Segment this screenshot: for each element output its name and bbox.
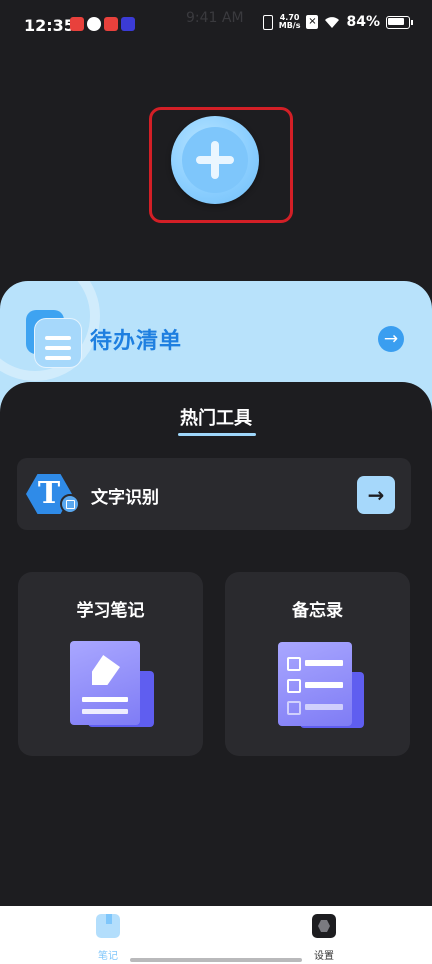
ocr-label: 文字识别	[91, 488, 159, 508]
notification-icon-4	[121, 17, 135, 31]
arrow-right-icon[interactable]: →	[378, 326, 404, 352]
ocr-icon: T	[26, 474, 80, 516]
ocr-arrow-button[interactable]: →	[357, 476, 395, 514]
notification-icon-3	[104, 17, 118, 31]
net-speed: 4.70 MB/s	[279, 14, 301, 30]
wifi-icon	[325, 16, 340, 28]
memo-card[interactable]: 备忘录	[225, 572, 410, 756]
settings-icon	[312, 914, 336, 938]
sim-x-icon: ×	[306, 15, 319, 29]
checklist-icon	[278, 642, 364, 728]
status-time: 12:35	[24, 16, 75, 35]
highlight-box	[149, 107, 293, 223]
study-notes-title: 学习笔记	[76, 601, 145, 621]
study-notes-card[interactable]: 学习笔记	[18, 572, 203, 756]
status-bar: 12:35 9:41 AM 4.70 MB/s × 84%	[0, 0, 432, 52]
notification-icon-1	[70, 17, 84, 31]
net-speed-unit: MB/s	[278, 21, 301, 30]
memo-title: 备忘录	[292, 601, 343, 621]
notebook-icon	[96, 914, 120, 938]
overlay-time: 9:41 AM	[186, 10, 244, 26]
scan-badge-icon	[60, 494, 80, 514]
bottom-nav: 笔记 设置	[0, 906, 432, 964]
battery-icon	[386, 15, 413, 29]
battery-percent: 84%	[346, 14, 380, 30]
nav-item-settings[interactable]: 设置	[284, 912, 364, 962]
app-screen: 12:35 9:41 AM 4.70 MB/s × 84% 待办清单 → 热门工…	[0, 0, 432, 964]
list-icon	[26, 310, 82, 368]
notification-icon-2	[87, 17, 101, 31]
vibrate-icon	[262, 14, 273, 30]
section-underline	[178, 433, 256, 436]
todo-title: 待办清单	[90, 329, 183, 354]
section-title: 热门工具	[180, 408, 252, 429]
status-right: 4.70 MB/s × 84%	[262, 14, 413, 30]
home-indicator[interactable]	[130, 958, 302, 962]
nav-item-notes[interactable]: 笔记	[68, 912, 148, 962]
ocr-tool-row[interactable]: T 文字识别 →	[17, 458, 411, 530]
note-pen-icon	[70, 641, 154, 727]
